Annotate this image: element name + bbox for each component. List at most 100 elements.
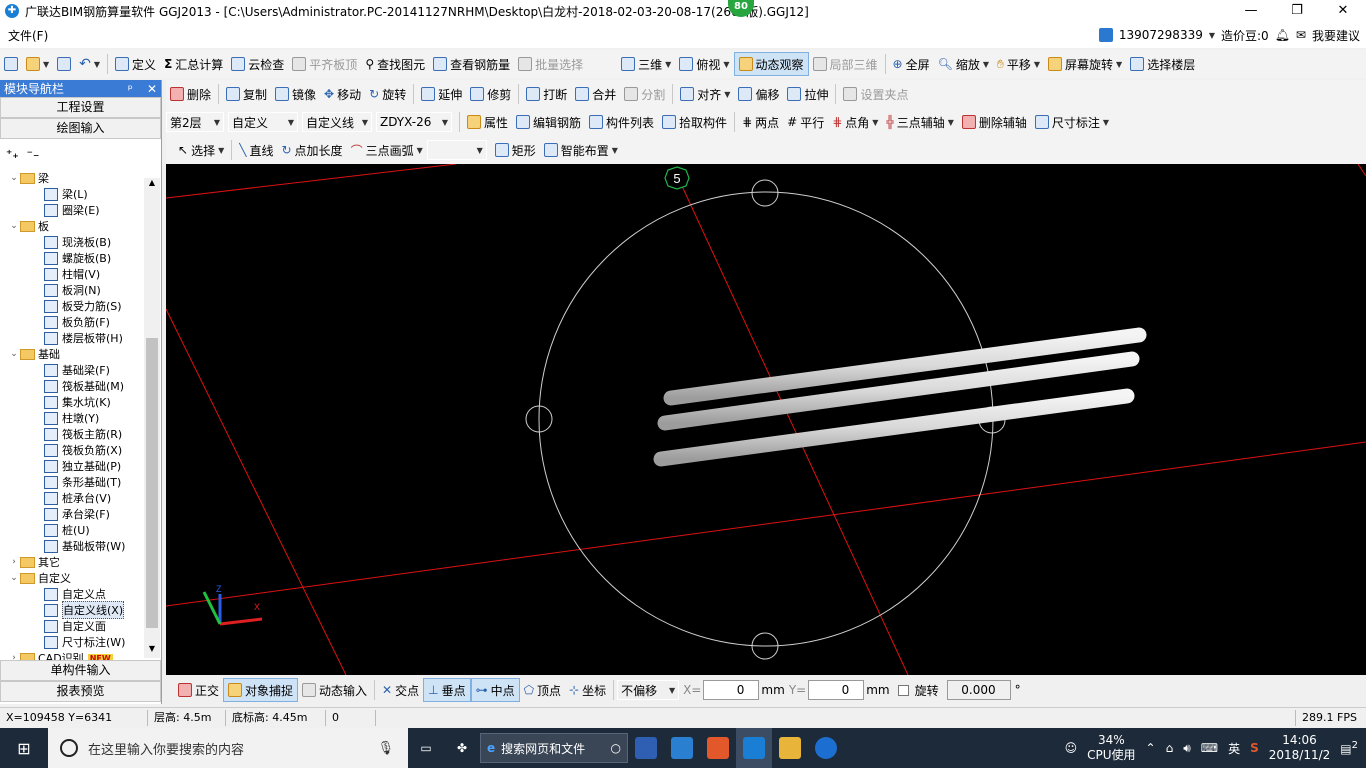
copy-button[interactable]: 复制 [222, 82, 271, 106]
split-button[interactable]: 分割 [620, 82, 669, 106]
chevron-down-icon[interactable]: ▼ [1209, 31, 1215, 40]
project-settings-button[interactable]: 工程设置 [0, 97, 161, 118]
new-file-button[interactable] [0, 52, 22, 76]
tree-item[interactable]: 基础板带(W) [0, 538, 145, 554]
tree-item[interactable]: 尺寸标注(W) [0, 634, 145, 650]
type-select[interactable]: 自定义线 ▼ [302, 112, 372, 132]
coins-label[interactable]: 造价豆:0 [1221, 27, 1269, 44]
screen-rotate-button[interactable]: 屏幕旋转 ▼ [1044, 52, 1126, 76]
volume-icon[interactable]: 🔊︎ [1183, 741, 1191, 756]
select-button[interactable]: ↖ 选择 ▼ [174, 138, 228, 162]
tree-item[interactable]: 螺旋板(B) [0, 250, 145, 266]
tree-item[interactable]: 独立基础(P) [0, 458, 145, 474]
clock[interactable]: 14:06 2018/11/2 [1269, 733, 1331, 763]
three-d-button[interactable]: 三维 ▼ [617, 52, 675, 76]
three-point-arc-button[interactable]: ⌒ 三点画弧 ▼ [347, 138, 427, 162]
full-screen-button[interactable]: ⊕ 全屏 [889, 52, 934, 76]
nav-close-icon[interactable]: ✕ [147, 82, 157, 96]
line-button[interactable]: ╲ 直线 [235, 138, 277, 162]
rectangle-button[interactable]: 矩形 [491, 138, 540, 162]
single-input-button[interactable]: 单构件输入 [0, 660, 161, 681]
rotate-button[interactable]: ↻ 旋转 [365, 82, 410, 106]
batch-select-button[interactable]: 批量选择 [514, 52, 587, 76]
pick-component-button[interactable]: 拾取构件 [658, 110, 731, 134]
perpendicular-snap[interactable]: ⊥ 垂点 [423, 678, 471, 702]
expand-arrow-icon[interactable]: › [8, 557, 20, 567]
component-list-button[interactable]: 构件列表 [585, 110, 658, 134]
pin-icon[interactable]: ᵖ [128, 82, 133, 96]
extend-button[interactable]: 延伸 [417, 82, 466, 106]
arc-option-select[interactable]: ▼ [426, 140, 487, 160]
viewport-canvas[interactable]: 5 X Z [166, 164, 1366, 675]
maximize-button[interactable]: ❐ [1274, 0, 1320, 22]
collapse-arrow-icon[interactable]: ⌄ [8, 349, 20, 359]
drawing-viewport[interactable]: 5 X Z [166, 164, 1366, 675]
sogou-icon[interactable]: S [1250, 741, 1259, 755]
zoom-button[interactable]: 🔍︎ 缩放 ▼ [934, 52, 993, 76]
tree-group[interactable]: ⌄ 自定义 [0, 570, 145, 586]
tree-group[interactable]: ⌄ 基础 [0, 346, 145, 362]
dynamic-view-button[interactable]: 动态观察 [733, 52, 809, 76]
expand-all-icon[interactable]: ⁺₊ [6, 147, 19, 161]
tree-item[interactable]: 板负筋(F) [0, 314, 145, 330]
object-snap-toggle[interactable]: 对象捕捉 [223, 678, 299, 702]
tree-item[interactable]: 柱墩(Y) [0, 410, 145, 426]
set-grip-button[interactable]: 设置夹点 [839, 82, 912, 106]
tools-app[interactable] [664, 728, 700, 768]
smart-layout-button[interactable]: 智能布置 ▼ [540, 138, 622, 162]
midpoint-snap[interactable]: ⊶ 中点 [470, 678, 520, 702]
save-button[interactable] [53, 52, 75, 76]
close-button[interactable]: ✕ [1320, 0, 1366, 22]
scroll-up-icon[interactable]: ▲ [144, 178, 160, 192]
merge-button[interactable]: 合并 [571, 82, 620, 106]
mirror-button[interactable]: 镜像 [271, 82, 320, 106]
notes-app[interactable] [772, 728, 808, 768]
tree-group[interactable]: › CAD识别 NEW [0, 650, 145, 660]
top-view-button[interactable]: 俯视 ▼ [675, 52, 733, 76]
intersection-snap[interactable]: ✕ 交点 [378, 678, 423, 702]
offset-mode-select[interactable]: 不偏移 ▼ [617, 680, 680, 700]
tree-item[interactable]: 梁(L) [0, 186, 145, 202]
web-search-box[interactable]: e 搜索网页和文件 ○ [480, 733, 628, 763]
tree-group[interactable]: ⌄ 板 [0, 218, 145, 234]
point-angle-button[interactable]: ⋕ 点角 ▼ [828, 110, 882, 134]
tree-item[interactable]: 桩(U) [0, 522, 145, 538]
local-3d-button[interactable]: 局部三维 [809, 52, 882, 76]
cloud-check-button[interactable]: 云检查 [227, 52, 288, 76]
name-select[interactable]: ZDYX-26 ▼ [376, 112, 452, 132]
tree-item[interactable]: 桩承台(V) [0, 490, 145, 506]
point-length-button[interactable]: ↻ 点加长度 [277, 138, 346, 162]
browser-app[interactable] [628, 728, 664, 768]
people-icon[interactable]: ☺︎ [1065, 741, 1078, 755]
dynamic-input-toggle[interactable]: 动态输入 [298, 678, 371, 702]
pdf-app[interactable] [700, 728, 736, 768]
menu-file[interactable]: 文件(F) [0, 27, 56, 44]
category-select[interactable]: 自定义 ▼ [228, 112, 298, 132]
glodon-app[interactable] [808, 728, 844, 768]
scroll-down-icon[interactable]: ▼ [144, 644, 160, 658]
notification-icon[interactable]: ▤2 [1340, 740, 1358, 756]
pan-button[interactable]: ✋︎ 平移 ▼ [993, 52, 1044, 76]
three-point-axis-button[interactable]: ╬ 三点辅轴 ▼ [882, 110, 957, 134]
collapse-arrow-icon[interactable]: ⌄ [8, 573, 20, 583]
rotate-checkbox[interactable] [897, 684, 909, 696]
tree-item[interactable]: 集水坑(K) [0, 394, 145, 410]
property-button[interactable]: 属性 [463, 110, 512, 134]
keyboard-icon[interactable]: ⌨︎ [1201, 741, 1218, 755]
task-view-button[interactable]: ▭ [408, 728, 444, 768]
expand-arrow-icon[interactable]: › [8, 653, 20, 660]
trim-button[interactable]: 修剪 [466, 82, 515, 106]
floor-select[interactable]: 第2层 ▼ [166, 112, 224, 132]
tree-item[interactable]: 自定义面 [0, 618, 145, 634]
undo-button[interactable]: ↶ ▼ [75, 52, 104, 76]
view-rebar-button[interactable]: 查看钢筋量 [429, 52, 514, 76]
tree-item[interactable]: 自定义线(X) [0, 601, 145, 619]
open-file-button[interactable]: ▼ [22, 52, 53, 76]
select-floor-button[interactable]: 选择楼层 [1126, 52, 1199, 76]
tree-item[interactable]: 基础梁(F) [0, 362, 145, 378]
scroll-thumb[interactable] [146, 338, 158, 628]
circle-grip-top[interactable] [751, 179, 779, 207]
two-points-button[interactable]: ⋕ 两点 [738, 110, 783, 134]
define-button[interactable]: 定义 [111, 52, 160, 76]
tree-group[interactable]: ⌄ 梁 [0, 170, 145, 186]
